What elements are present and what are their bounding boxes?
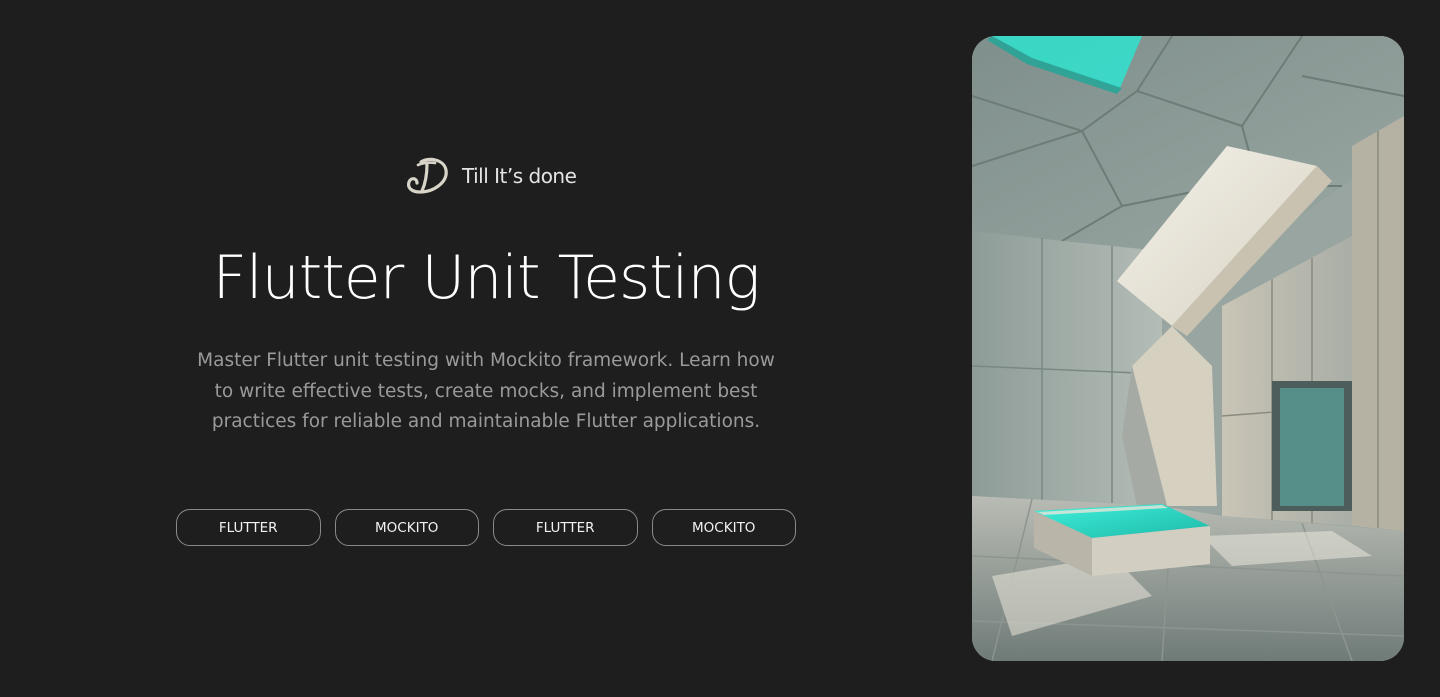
tag-button-mockito[interactable]: MOCKITO [651, 509, 796, 546]
tag-button-flutter[interactable]: FLUTTER [176, 509, 321, 546]
hero-section: Till It’s done Flutter Unit Testing Mast… [0, 0, 972, 697]
tag-button-mockito[interactable]: MOCKITO [334, 509, 479, 546]
landing-page: Till It’s done Flutter Unit Testing Mast… [0, 0, 1440, 697]
concrete-architecture-illustration [972, 36, 1404, 661]
cursive-d-logo-icon [406, 157, 448, 194]
tag-button-flutter[interactable]: FLUTTER [493, 509, 638, 546]
brand-name: Till It’s done [462, 164, 577, 188]
brand[interactable]: Till It’s done [404, 155, 577, 197]
page-title: Flutter Unit Testing [212, 243, 761, 313]
tag-list: FLUTTER MOCKITO FLUTTER MOCKITO [176, 509, 796, 546]
hero-description: Master Flutter unit testing with Mockito… [197, 350, 775, 432]
hero-image [972, 36, 1404, 661]
